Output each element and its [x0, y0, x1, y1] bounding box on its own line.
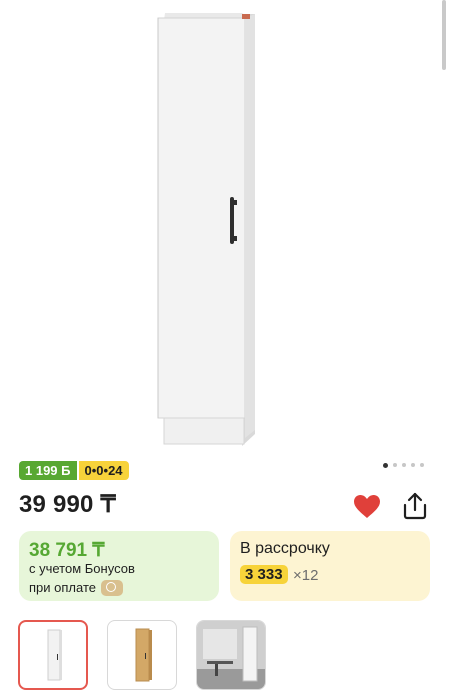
- thumbnail-image: [47, 629, 62, 681]
- bonus-coin-icon: [100, 579, 123, 596]
- gallery-pagination[interactable]: [383, 462, 424, 468]
- thumbnail-image: [135, 628, 152, 682]
- bonus-note-line1: с учетом Бонусов: [29, 561, 135, 576]
- heart-icon[interactable]: [353, 494, 381, 520]
- pagination-dot-active[interactable]: [383, 462, 388, 468]
- pagination-dot[interactable]: [420, 463, 424, 467]
- installment-title: В рассрочку: [240, 540, 330, 557]
- bonus-badge: 1 199 Б: [19, 461, 77, 480]
- installment-badge: 0•0•24: [78, 461, 129, 480]
- installment-amount: 3 333: [240, 565, 288, 584]
- product-badges: 1 199 Б 0•0•24: [19, 461, 129, 480]
- pagination-dot[interactable]: [411, 463, 415, 467]
- thumbnail-oak-wardrobe[interactable]: [107, 620, 177, 690]
- bonus-note-line2-text: при оплате: [29, 580, 96, 595]
- share-icon[interactable]: [402, 492, 428, 520]
- thumbnail-image: [197, 621, 265, 689]
- bonus-price: 38 791 ₸: [29, 540, 105, 561]
- bonus-note-line2: при оплате: [29, 579, 123, 597]
- product-price: 39 990 ₸: [19, 491, 116, 518]
- bonus-price-card[interactable]: 38 791 ₸ с учетом Бонусов при оплате: [19, 531, 219, 601]
- pagination-dot[interactable]: [393, 463, 397, 467]
- product-image[interactable]: [0, 0, 449, 452]
- installment-months: ×12: [293, 567, 319, 584]
- pagination-dot[interactable]: [402, 463, 406, 467]
- thumbnail-interior[interactable]: [196, 620, 266, 690]
- thumbnail-white-wardrobe[interactable]: [18, 620, 88, 690]
- installment-card[interactable]: В рассрочку 3 333 ×12: [230, 531, 430, 601]
- gallery-thumbnails[interactable]: [18, 620, 266, 690]
